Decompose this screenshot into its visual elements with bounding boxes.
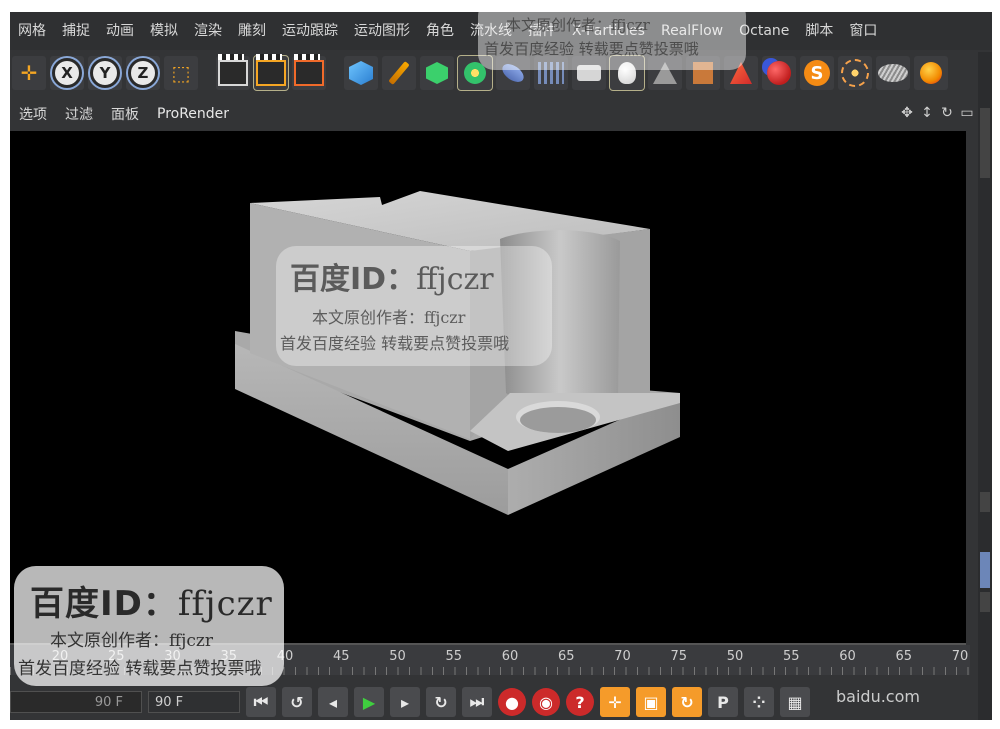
keyframe-help-icon[interactable]: ? (566, 688, 594, 716)
loop-forward-icon[interactable]: ↻ (426, 687, 456, 717)
timeline-tick-label: 75 (670, 649, 688, 664)
prev-frame-icon[interactable]: ◂ (318, 687, 348, 717)
watermark-site: baidu.com (836, 687, 920, 706)
realflow-button[interactable] (876, 56, 910, 90)
watermark-center: 百度ID：ffjczr 本文原创作者：ffjczr 首发百度经验 转载要点赞投票… (276, 246, 552, 366)
timeline-tick-label: 55 (445, 649, 463, 664)
menu-item[interactable]: 脚本 (797, 12, 841, 50)
maximize-view-icon[interactable]: ▭ (960, 105, 974, 121)
go-to-end-icon[interactable]: ⏭ (462, 687, 492, 717)
emitter-button[interactable] (838, 56, 872, 90)
watermark-note: 首发百度经验 转载要点赞投票哦 (280, 334, 510, 353)
pen-button[interactable] (382, 56, 416, 90)
subdivision-button[interactable] (420, 56, 454, 90)
timeline-tick-label: 60 (501, 649, 519, 664)
menu-item[interactable]: 运动图形 (346, 12, 418, 50)
watermark-id-user: ffjczr (416, 262, 494, 297)
timeline-tick-label: 60 (839, 649, 856, 664)
s-button[interactable]: S (800, 56, 834, 90)
axis-y-button[interactable]: Y (88, 56, 122, 90)
timeline-tick-label: 65 (557, 649, 575, 664)
menu-item[interactable]: 捕捉 (54, 12, 98, 50)
viewport-menu-item[interactable]: ProRender (148, 106, 238, 122)
playback-controls: 90 F 90 F ⏮ ↺ ◂ ▶ ▸ ↻ ⏭ ● ◉ ? ✛ ▣ ↻ P ⁘ … (10, 684, 970, 720)
rotate-key-icon[interactable]: ↻ (672, 687, 702, 717)
timeline-tick-label: 70 (614, 649, 631, 664)
world-coordinates-button[interactable]: ⬚ (164, 56, 198, 90)
move-key-icon[interactable]: ✛ (600, 687, 630, 717)
octane-icon (920, 62, 942, 84)
menu-item[interactable]: 模拟 (142, 12, 186, 50)
watermark-top-note: 首发百度经验 转载要点赞投票哦 (484, 40, 699, 58)
render-view-icon (218, 54, 248, 86)
right-dock-strip (978, 52, 992, 720)
axis-z-icon: Z (128, 58, 158, 88)
film-strip-icon[interactable]: ▦ (780, 687, 810, 717)
watermark-author: 本文原创作者：ffjczr (50, 631, 213, 651)
watermark-id-user: ffjczr (177, 584, 273, 624)
octane-button[interactable] (914, 56, 948, 90)
pan-icon[interactable]: ✥ (900, 105, 914, 121)
timeline-tick-label: 70 (951, 649, 969, 664)
menu-item[interactable]: 动画 (98, 12, 142, 50)
realflow-icon (878, 64, 908, 82)
viewport-menu-item[interactable]: 面板 (102, 104, 148, 124)
render-picture-viewer-button[interactable] (253, 54, 289, 91)
dolly-icon[interactable]: ↕ (920, 105, 934, 121)
start-frame-field[interactable]: 90 F (10, 691, 142, 713)
menu-item[interactable]: 网格 (10, 12, 54, 50)
watermark-note: 首发百度经验 转载要点赞投票哦 (18, 659, 262, 679)
orbit-icon[interactable]: ↻ (940, 105, 954, 121)
menu-item[interactable]: 渲染 (186, 12, 230, 50)
viewport-menu: 选项 过滤 面板 ProRender (10, 100, 970, 128)
world-coordinates-icon: ⬚ (171, 61, 191, 85)
play-icon[interactable]: ▶ (354, 687, 384, 717)
autokey-icon[interactable]: ◉ (532, 688, 560, 716)
watermark-top-author: 本文原创作者：ffjczr (506, 16, 650, 34)
viewport-menu-item[interactable]: 过滤 (56, 104, 102, 124)
watermark-author: 本文原创作者：ffjczr (312, 308, 466, 327)
menu-item[interactable]: 雕刻 (230, 12, 274, 50)
go-to-start-icon[interactable]: ⏮ (246, 687, 276, 717)
axis-x-icon: X (52, 58, 82, 88)
timeline-tick-label: 50 (726, 649, 744, 664)
watermark-id-label: 百度ID： (30, 584, 178, 624)
xparticles-icon (767, 61, 791, 85)
loop-back-icon[interactable]: ↺ (282, 687, 312, 717)
menu-item[interactable]: 窗口 (841, 12, 885, 50)
subdivision-icon (426, 62, 448, 84)
timeline-tick-label: 45 (332, 649, 350, 664)
menu-item[interactable]: 角色 (418, 12, 462, 50)
point-level-icon[interactable]: ⁘ (744, 687, 774, 717)
render-settings-button[interactable] (292, 54, 326, 90)
menu-item[interactable]: 运动跟踪 (274, 12, 346, 50)
axis-x-button[interactable]: X (50, 56, 84, 90)
scale-key-icon[interactable]: ▣ (636, 687, 666, 717)
end-frame-field[interactable]: 90 F (148, 691, 240, 713)
record-key-icon[interactable]: ● (498, 688, 526, 716)
next-frame-icon[interactable]: ▸ (390, 687, 420, 717)
render-picture-viewer-icon (256, 54, 286, 86)
watermark-bottom-left: 百度ID：ffjczr 本文原创作者：ffjczr 首发百度经验 转载要点赞投票… (14, 566, 284, 686)
render-settings-icon (294, 54, 324, 86)
watermark-top: 本文原创作者：ffjczr 首发百度经验 转载要点赞投票哦 (478, 0, 746, 70)
move-icon[interactable]: ✛ (12, 56, 46, 90)
axis-z-button[interactable]: Z (126, 56, 160, 90)
axis-y-icon: Y (90, 58, 120, 88)
viewport-nav-icons: ✥ ↕ ↻ ▭ (900, 105, 974, 121)
watermark-id-label: 百度ID： (290, 262, 417, 297)
s-icon: S (804, 60, 830, 86)
cube-button[interactable] (344, 56, 378, 90)
viewport-menu-item[interactable]: 选项 (10, 104, 56, 124)
timeline-tick-label: 65 (895, 649, 913, 664)
xparticles-button[interactable] (762, 56, 796, 90)
render-view-button[interactable] (216, 54, 250, 90)
timeline-tick-label: 50 (389, 649, 406, 664)
param-key-icon[interactable]: P (708, 687, 738, 717)
emitter-icon (841, 59, 869, 87)
cube-icon (349, 61, 373, 85)
timeline-tick-label: 55 (782, 649, 800, 664)
pen-spline-icon (388, 61, 410, 85)
